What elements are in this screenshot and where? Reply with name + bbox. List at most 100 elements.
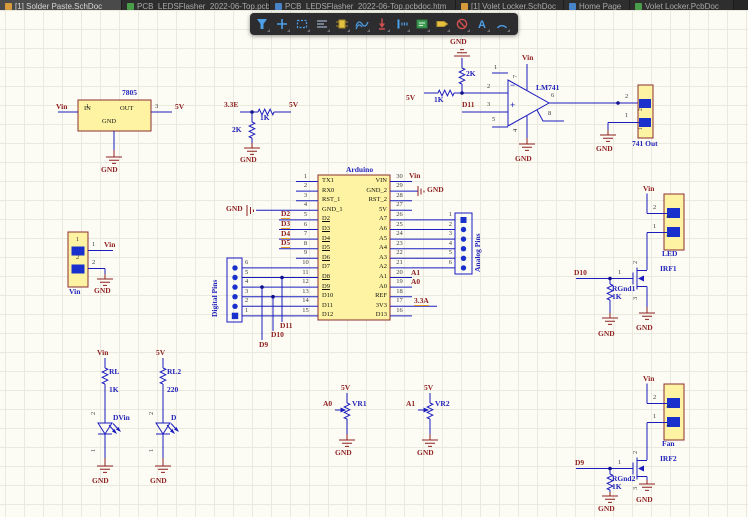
regulator-designator[interactable]: 7805 — [122, 89, 137, 97]
net-label-a1[interactable]: A1 — [411, 269, 420, 277]
place-sheet-symbol-icon[interactable] — [412, 14, 432, 34]
led-designator[interactable]: D — [171, 414, 176, 422]
resistor-designator[interactable]: RL — [109, 368, 119, 376]
pin-number: 21 — [391, 259, 408, 266]
place-power-port-icon[interactable] — [372, 14, 392, 34]
net-label-d11[interactable]: D11 — [462, 101, 475, 109]
mosfet-designator[interactable]: IRF1 — [660, 265, 677, 273]
net-label-vin[interactable]: Vin — [643, 375, 654, 383]
net-label-vin[interactable]: Vin — [643, 185, 654, 193]
net-label-vin[interactable]: Vin — [522, 54, 533, 62]
power-port-gnd[interactable]: GND — [150, 477, 167, 485]
net-label-d11[interactable]: D11 — [280, 322, 293, 330]
net-label-d10[interactable]: D10 — [574, 269, 587, 277]
place-wire-icon[interactable] — [352, 14, 372, 34]
power-port-gnd[interactable]: GND — [596, 145, 613, 153]
pin-number: 18 — [391, 288, 408, 295]
connector-label[interactable]: Fan — [662, 440, 675, 448]
resistor-value[interactable]: 1K — [612, 293, 622, 301]
led-designator[interactable]: DVin — [113, 414, 130, 422]
tab-pcb-ledsflasher-pcbdoc-htm[interactable]: PCB_LEDSFlasher_2022-06-Top.pcbdoc.htm — [270, 0, 456, 10]
schematic-canvas[interactable]: 7805 Vin 1 IN OUT GND 3 5V GND 3.3E 5V 1… — [0, 0, 748, 517]
connector-label[interactable]: Vin — [69, 288, 80, 296]
resistor-value[interactable]: 1K — [109, 386, 119, 394]
net-label-33a[interactable]: 3.3A — [414, 297, 429, 306]
place-part-icon[interactable] — [332, 14, 352, 34]
filter-icon[interactable] — [252, 14, 272, 34]
power-port-gnd[interactable]: GND — [226, 205, 243, 213]
net-label-5v[interactable]: 5V — [424, 384, 433, 392]
connector-label[interactable]: 741 Out — [632, 140, 658, 148]
pin-number: 12 — [297, 278, 314, 285]
pin-name: RX0 — [322, 187, 334, 194]
net-label-vin[interactable]: Vin — [56, 103, 67, 111]
net-label-d5[interactable]: D5 — [281, 239, 290, 248]
net-label-vin[interactable]: Vin — [104, 241, 115, 249]
power-port-gnd[interactable]: GND — [450, 38, 467, 46]
resistor-value[interactable]: 220 — [167, 386, 178, 394]
net-label-33e[interactable]: 3.3E — [224, 101, 238, 109]
pin-name: VIN — [340, 177, 387, 184]
tab-solder-paste-schdoc[interactable]: [1] Solder Paste.SchDoc — [0, 0, 122, 10]
connector-label[interactable]: Digital Pins — [211, 280, 219, 317]
selection-rect-icon[interactable] — [292, 14, 312, 34]
pot-designator[interactable]: VR1 — [352, 400, 367, 408]
net-label-vin[interactable]: Vin — [97, 349, 108, 357]
arduino-title[interactable]: Arduino — [346, 166, 373, 174]
net-label-d3[interactable]: D3 — [281, 220, 290, 229]
power-port-gnd[interactable]: GND — [598, 505, 615, 513]
resistor-value[interactable]: 2K — [232, 126, 242, 134]
net-label-vin[interactable]: Vin — [409, 172, 420, 180]
net-label-d9[interactable]: D9 — [259, 341, 268, 349]
tab-label: Volet Locker.PcbDoc — [645, 2, 719, 11]
place-port-icon[interactable] — [432, 14, 452, 34]
net-label-a0[interactable]: A0 — [411, 278, 420, 286]
power-port-gnd[interactable]: GND — [92, 477, 109, 485]
tab-volet-locker-pcbdoc[interactable]: Volet Locker.PcbDoc — [630, 0, 734, 10]
pin-name: D8 — [322, 273, 330, 280]
place-arc-icon[interactable] — [492, 14, 512, 34]
tab-volet-locker-schdoc[interactable]: [1] Volet Locker.SchDoc — [456, 0, 564, 10]
resistor-value[interactable]: 1K — [612, 483, 622, 491]
net-label-a0[interactable]: A0 — [323, 400, 332, 408]
net-label-d2[interactable]: D2 — [281, 210, 290, 219]
net-label-5v[interactable]: 5V — [341, 384, 350, 392]
power-port-gnd[interactable]: GND — [598, 330, 615, 338]
tab-pcb-ledsflasher-pcbdoc[interactable]: PCB_LEDSFlasher_2022-06-Top.pcbdoc — [122, 0, 270, 10]
resistor-designator[interactable]: RL2 — [167, 368, 181, 376]
pin-number: 1 — [92, 241, 95, 248]
cross-select-icon[interactable] — [272, 14, 292, 34]
power-port-gnd[interactable]: GND — [94, 287, 111, 295]
power-port-gnd[interactable]: GND — [417, 449, 434, 457]
net-label-5v[interactable]: 5V — [175, 103, 184, 111]
tab-home-page[interactable]: Home Page — [564, 0, 630, 10]
align-icon[interactable] — [312, 14, 332, 34]
mosfet-designator[interactable]: IRF2 — [660, 455, 677, 463]
net-label-d9[interactable]: D9 — [575, 459, 584, 467]
place-text-icon[interactable]: A — [472, 14, 492, 34]
net-label-5v[interactable]: 5V — [406, 94, 415, 102]
net-label-d10[interactable]: D10 — [271, 331, 284, 339]
power-port-gnd[interactable]: GND — [427, 186, 444, 194]
place-no-erc-icon[interactable] — [452, 14, 472, 34]
net-label-a1[interactable]: A1 — [406, 400, 415, 408]
led-driver-irf1[interactable] — [576, 194, 684, 325]
pin-number: 27 — [391, 201, 408, 208]
resistor-value[interactable]: 2K — [466, 70, 476, 78]
opamp-designator[interactable]: LM741 — [536, 84, 559, 92]
resistor-value[interactable]: 1K — [260, 114, 270, 122]
net-label-5v[interactable]: 5V — [156, 349, 165, 357]
resistor-value[interactable]: 1K — [434, 96, 444, 104]
power-port-gnd[interactable]: GND — [515, 155, 532, 163]
net-label-5v[interactable]: 5V — [289, 101, 298, 109]
power-port-gnd[interactable]: GND — [636, 496, 653, 504]
power-port-gnd[interactable]: GND — [636, 324, 653, 332]
pin-number: 2 — [625, 93, 628, 100]
pot-designator[interactable]: VR2 — [435, 400, 450, 408]
power-port-gnd[interactable]: GND — [335, 449, 352, 457]
power-port-gnd[interactable]: GND — [240, 156, 257, 164]
place-bus-icon[interactable] — [392, 14, 412, 34]
connector-label[interactable]: Analog Pins — [474, 233, 482, 272]
connector-label[interactable]: LED — [662, 250, 677, 258]
power-port-gnd[interactable]: GND — [101, 166, 118, 174]
